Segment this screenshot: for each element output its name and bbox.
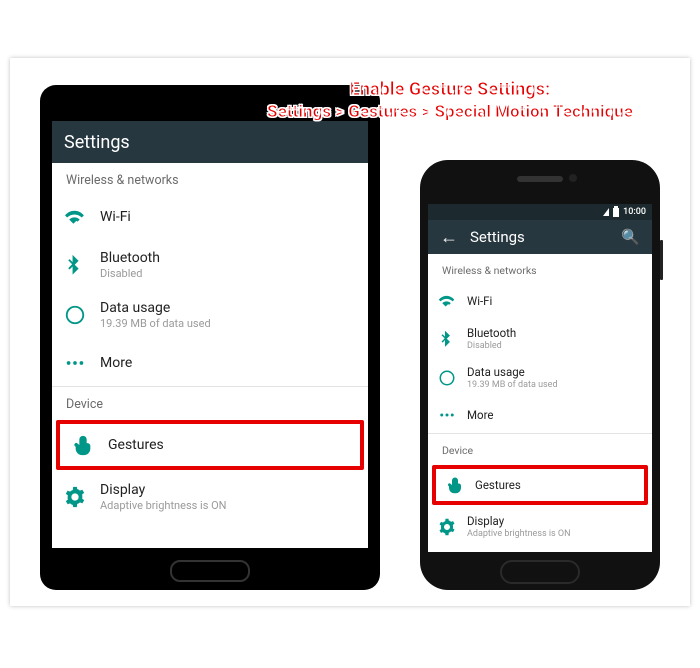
- row-subtitle: Disabled: [100, 267, 356, 280]
- status-time: 10:00: [623, 207, 646, 217]
- status-bar: 10:00: [428, 204, 652, 220]
- tablet-screen: Settings Wireless & networks Wi-Fi Bluet…: [52, 121, 368, 548]
- section-header-wireless: Wireless & networks: [52, 163, 368, 194]
- tablet-device-frame: Settings Wireless & networks Wi-Fi Bluet…: [40, 85, 380, 590]
- tablet-home-button[interactable]: [170, 560, 250, 582]
- phone-screen: 10:00 ← Settings 🔍 Wireless & networks W…: [428, 204, 652, 552]
- back-icon[interactable]: ←: [440, 227, 458, 248]
- data-usage-icon: [64, 304, 86, 326]
- row-title: Bluetooth: [467, 326, 642, 340]
- row-display[interactable]: Display Adaptive brightness is ON: [428, 507, 652, 546]
- annotation-overlay: Enable Gesture Settings: Settings > Gest…: [225, 78, 675, 123]
- row-more[interactable]: More: [428, 397, 652, 433]
- row-title: Data usage: [467, 365, 642, 379]
- signal-icon: [603, 208, 609, 216]
- display-icon: [64, 486, 86, 508]
- page-title: Settings: [64, 132, 130, 153]
- data-usage-icon: [438, 369, 456, 387]
- app-bar: ← Settings 🔍: [428, 220, 652, 254]
- row-wifi[interactable]: Wi-Fi: [52, 194, 368, 240]
- row-title: Display: [467, 514, 642, 528]
- section-header-wireless: Wireless & networks: [428, 254, 652, 283]
- wifi-icon: [438, 292, 456, 310]
- row-title: Bluetooth: [100, 250, 356, 266]
- row-title: Gestures: [475, 478, 634, 492]
- row-gestures[interactable]: Gestures: [432, 465, 648, 505]
- page-title: Settings: [470, 228, 525, 246]
- gestures-icon: [72, 434, 94, 456]
- row-subtitle: Adaptive brightness is ON: [467, 529, 642, 539]
- bluetooth-icon: [64, 254, 86, 276]
- battery-icon: [613, 208, 619, 217]
- row-bluetooth[interactable]: Bluetooth Disabled: [52, 240, 368, 290]
- row-data-usage[interactable]: Data usage 19.39 MB of data used: [428, 358, 652, 397]
- row-more[interactable]: More: [52, 340, 368, 386]
- phone-device-frame: 10:00 ← Settings 🔍 Wireless & networks W…: [420, 160, 660, 590]
- annotation-line-2: Settings > Gestures > Special Motion Tec…: [225, 101, 675, 123]
- annotation-line-1: Enable Gesture Settings:: [225, 78, 675, 101]
- row-title: Display: [100, 482, 356, 498]
- row-title: Data usage: [100, 300, 356, 316]
- row-title: More: [467, 408, 642, 422]
- row-display[interactable]: Display Adaptive brightness is ON: [52, 472, 368, 522]
- row-title: More: [100, 355, 356, 371]
- row-subtitle: 19.39 MB of data used: [100, 317, 356, 330]
- phone-speaker: [517, 176, 563, 182]
- section-header-device: Device: [428, 434, 652, 463]
- row-title: Wi-Fi: [100, 209, 356, 225]
- more-icon: [438, 406, 456, 424]
- row-title: Wi-Fi: [467, 294, 642, 308]
- row-subtitle: Adaptive brightness is ON: [100, 499, 356, 512]
- phone-home-button[interactable]: [500, 560, 580, 584]
- row-wifi[interactable]: Wi-Fi: [428, 283, 652, 319]
- row-data-usage[interactable]: Data usage 19.39 MB of data used: [52, 290, 368, 340]
- display-icon: [438, 518, 456, 536]
- more-icon: [64, 352, 86, 374]
- row-title: Gestures: [108, 437, 348, 453]
- bluetooth-icon: [438, 330, 456, 348]
- phone-sensor: [569, 174, 577, 182]
- phone-power-button[interactable]: [660, 240, 663, 280]
- wifi-icon: [64, 206, 86, 228]
- gestures-icon: [446, 476, 464, 494]
- row-bluetooth[interactable]: Bluetooth Disabled: [428, 319, 652, 358]
- row-subtitle: 19.39 MB of data used: [467, 380, 642, 390]
- row-subtitle: Disabled: [467, 341, 642, 351]
- search-icon[interactable]: 🔍: [621, 228, 640, 246]
- app-bar: Settings: [52, 121, 368, 163]
- row-gestures[interactable]: Gestures: [56, 420, 364, 470]
- section-header-device: Device: [52, 387, 368, 418]
